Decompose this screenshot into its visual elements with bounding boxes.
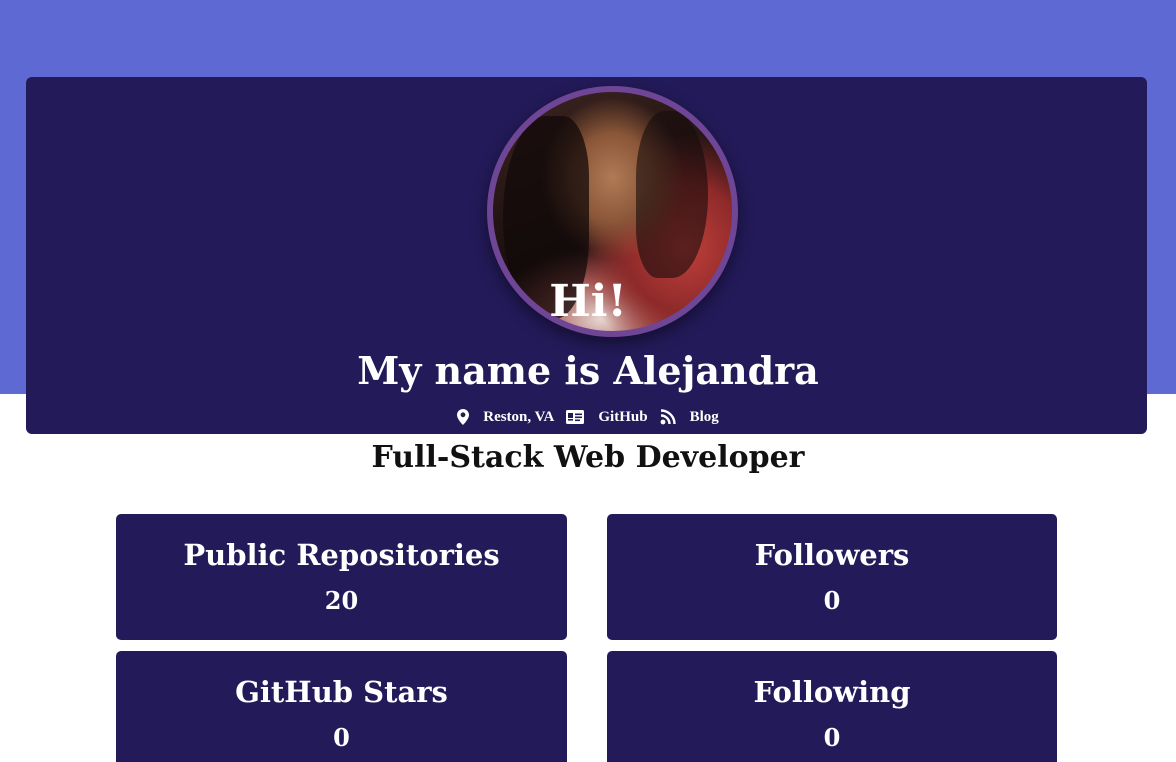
greeting: Hi! <box>549 276 627 327</box>
stat-card-following: Following 0 <box>607 651 1057 762</box>
stat-value: 0 <box>823 723 841 752</box>
github-link[interactable]: GitHub <box>566 408 648 426</box>
profile-name: My name is Alejandra <box>357 348 819 393</box>
job-title: Full-Stack Web Developer <box>371 440 805 475</box>
stat-label: Following <box>753 675 911 709</box>
stat-card-public-repositories: Public Repositories 20 <box>116 514 567 640</box>
stat-label: GitHub Stars <box>235 675 448 709</box>
stat-value: 20 <box>324 586 359 615</box>
blog-label: Blog <box>689 408 719 425</box>
stat-card-github-stars: GitHub Stars 0 <box>116 651 567 762</box>
map-marker-icon <box>457 409 470 425</box>
stat-value: 0 <box>823 586 841 615</box>
stat-card-followers: Followers 0 <box>607 514 1057 640</box>
profile-links: Reston, VA GitHub Blog <box>0 406 1176 428</box>
github-label: GitHub <box>598 408 648 425</box>
location-label: Reston, VA <box>483 408 555 425</box>
stat-value: 0 <box>333 723 350 752</box>
location-link[interactable]: Reston, VA <box>457 409 554 426</box>
stat-label: Followers <box>754 538 910 572</box>
rss-icon <box>660 409 676 425</box>
blog-link[interactable]: Blog <box>660 409 719 426</box>
id-card-icon <box>566 410 585 424</box>
stat-label: Public Repositories <box>183 538 500 572</box>
